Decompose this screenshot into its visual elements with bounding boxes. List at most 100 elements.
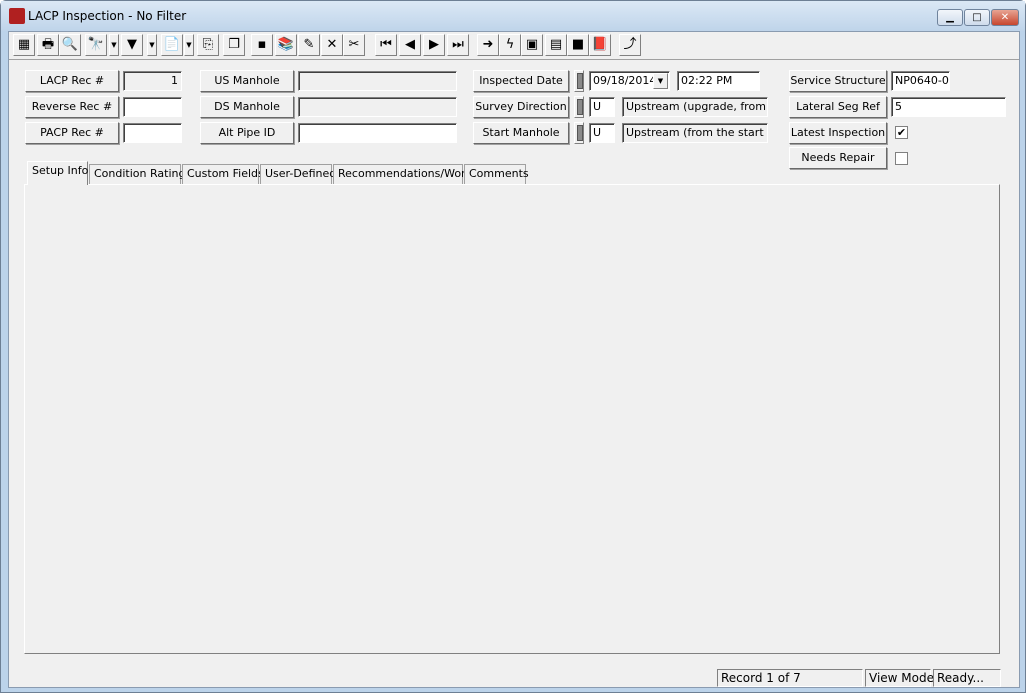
tab-recommendations-work[interactable]: Recommendations/Work: [333, 164, 472, 184]
app-window: LACP Inspection - No Filter ▁ □ ✕ ▦ 🖶 🔍 🔭 ▼ ▼…: [0, 0, 1026, 693]
copy-button[interactable]: ❐: [223, 34, 245, 56]
latest-inspection-button[interactable]: Latest Inspection: [789, 122, 887, 144]
status-text: Ready...: [933, 669, 1001, 687]
diagram-icon: ▣: [525, 37, 539, 52]
survey-direction-code-field[interactable]: U: [589, 97, 615, 117]
inspected-date-button[interactable]: Inspected Date: [473, 70, 569, 92]
record-counter: Record 1 of 7: [717, 669, 863, 687]
close-button[interactable]: ✕: [991, 9, 1019, 26]
book-icon: 📕: [591, 37, 609, 52]
needs-repair-button[interactable]: Needs Repair: [789, 147, 887, 169]
edit-icon: ✎: [303, 37, 315, 52]
lateral-seg-ref-field[interactable]: 5: [891, 97, 1006, 117]
copy-icon: ❐: [228, 37, 240, 52]
tab-condition-ratings[interactable]: Condition Ratings: [89, 164, 191, 184]
lacp-rec-button[interactable]: LACP Rec #: [25, 70, 119, 92]
lacp-rec-field: 1: [123, 71, 182, 91]
service-structure-button[interactable]: Service Structure: [789, 70, 887, 92]
save-button[interactable]: ▪: [251, 34, 273, 56]
lateral-seg-ref-button[interactable]: Lateral Seg Ref: [789, 96, 887, 118]
edit-button[interactable]: ✎: [298, 34, 320, 56]
last-record-icon: ⏭: [452, 37, 464, 52]
dropdown-arrow-icon[interactable]: ▼: [147, 34, 157, 56]
print-preview-button[interactable]: 🔍: [59, 34, 81, 56]
start-manhole-description: Upstream (from the start manh: [622, 123, 768, 143]
pacp-rec-button[interactable]: PACP Rec #: [25, 122, 119, 144]
next-record-button[interactable]: ▶: [423, 34, 445, 56]
us-manhole-button[interactable]: US Manhole: [200, 70, 294, 92]
app-icon: [9, 8, 25, 24]
us-manhole-field[interactable]: [298, 71, 457, 91]
camera-button[interactable]: ▤: [545, 34, 567, 56]
needs-repair-checkbox[interactable]: [895, 152, 908, 165]
toolbox-icon: ■: [571, 37, 585, 52]
print-icon: 🖶: [41, 37, 55, 52]
toolbox-button[interactable]: ■: [567, 34, 589, 56]
field-marker: [574, 70, 584, 92]
goto-button[interactable]: ➜: [477, 34, 499, 56]
previous-record-button[interactable]: ◀: [399, 34, 421, 56]
pacp-rec-field[interactable]: [123, 123, 182, 143]
save-icon: ▪: [257, 37, 267, 52]
toolbar: ▦ 🖶 🔍 🔭 ▼ ▼ ▼ 📄 ▼ ⎘ ❐ ▪ 📚 ✎ ✕ ✂ ⏮ ◀ ▶ ⏭ ➜ ϟ ▣ ▤ ■ 📕 ⤴: [9, 32, 1019, 60]
previous-record-icon: ◀: [405, 37, 415, 52]
minimize-button[interactable]: ▁: [937, 9, 963, 26]
alt-pipe-id-button[interactable]: Alt Pipe ID: [200, 122, 294, 144]
alt-pipe-id-field[interactable]: [298, 123, 457, 143]
tab-setup-info[interactable]: Setup Info: [27, 161, 88, 185]
diagram-button[interactable]: ▣: [521, 34, 543, 56]
ds-manhole-button[interactable]: DS Manhole: [200, 96, 294, 118]
start-manhole-code-field[interactable]: U: [589, 123, 615, 143]
start-manhole-button[interactable]: Start Manhole: [473, 122, 569, 144]
print-button[interactable]: 🖶: [37, 34, 59, 56]
find-icon: 🔭: [87, 37, 105, 52]
camera-icon: ▤: [549, 37, 563, 52]
export-button[interactable]: ⎘: [197, 34, 219, 56]
filter-icon: ▼: [127, 37, 137, 52]
maximize-button[interactable]: □: [964, 9, 990, 26]
inspected-time-field[interactable]: 02:22 PM: [677, 71, 760, 91]
add-record-button[interactable]: 📚: [275, 34, 297, 56]
mode-indicator: View Mode: [865, 669, 934, 687]
goto-icon: ➜: [482, 37, 494, 52]
latest-inspection-checkbox[interactable]: ✔: [895, 126, 908, 139]
first-record-button[interactable]: ⏮: [375, 34, 397, 56]
filter-button[interactable]: ▼: [121, 34, 143, 56]
reverse-rec-field[interactable]: [123, 97, 182, 117]
delete-button[interactable]: ✕: [321, 34, 343, 56]
reverse-rec-button[interactable]: Reverse Rec #: [25, 96, 119, 118]
tab-custom-fields[interactable]: Custom Fields: [182, 164, 264, 184]
lightning-button[interactable]: ϟ: [499, 34, 521, 56]
form-area: ▦ 🖶 🔍 🔭 ▼ ▼ ▼ 📄 ▼ ⎘ ❐ ▪ 📚 ✎ ✕ ✂ ⏮ ◀ ▶ ⏭ ➜ ϟ ▣ ▤ ■ 📕 ⤴ LACP Rec #1 R…: [8, 31, 1020, 688]
add-record-icon: 📚: [277, 37, 295, 52]
grid-icon: ▦: [17, 37, 31, 52]
delete-icon: ✕: [326, 37, 338, 52]
exit-button[interactable]: ⤴: [619, 34, 641, 56]
survey-direction-button[interactable]: Survey Direction: [473, 96, 569, 118]
last-record-button[interactable]: ⏭: [447, 34, 469, 56]
find-button[interactable]: 🔭: [85, 34, 107, 56]
report-icon: 📄: [163, 37, 181, 52]
field-marker: [574, 122, 584, 144]
lightning-icon: ϟ: [505, 37, 515, 52]
cut-button[interactable]: ✂: [343, 34, 365, 56]
inspected-date-picker[interactable]: 09/18/2014 ▼: [589, 71, 670, 91]
setup-info-panel: [24, 184, 1000, 654]
dropdown-arrow-icon[interactable]: ▼: [184, 34, 194, 56]
tab-comments[interactable]: Comments: [464, 164, 529, 184]
field-marker: [574, 96, 584, 118]
status-bar: Record 1 of 7 View Mode Ready...: [9, 668, 1019, 687]
exit-icon: ⤴: [623, 37, 637, 52]
cut-icon: ✂: [348, 37, 360, 52]
survey-direction-description: Upstream (upgrade, from the r: [622, 97, 768, 117]
grid-button[interactable]: ▦: [13, 34, 35, 56]
service-structure-field[interactable]: NP0640-00: [891, 71, 950, 91]
tab-user-defined[interactable]: User-Defined: [260, 164, 336, 184]
book-button[interactable]: 📕: [589, 34, 611, 56]
dropdown-arrow-icon[interactable]: ▼: [109, 34, 119, 56]
next-record-icon: ▶: [429, 37, 439, 52]
chevron-down-icon[interactable]: ▼: [653, 73, 668, 89]
report-button[interactable]: 📄: [161, 34, 183, 56]
ds-manhole-field[interactable]: [298, 97, 457, 117]
title-bar: LACP Inspection - No Filter ▁ □ ✕: [1, 1, 1025, 31]
